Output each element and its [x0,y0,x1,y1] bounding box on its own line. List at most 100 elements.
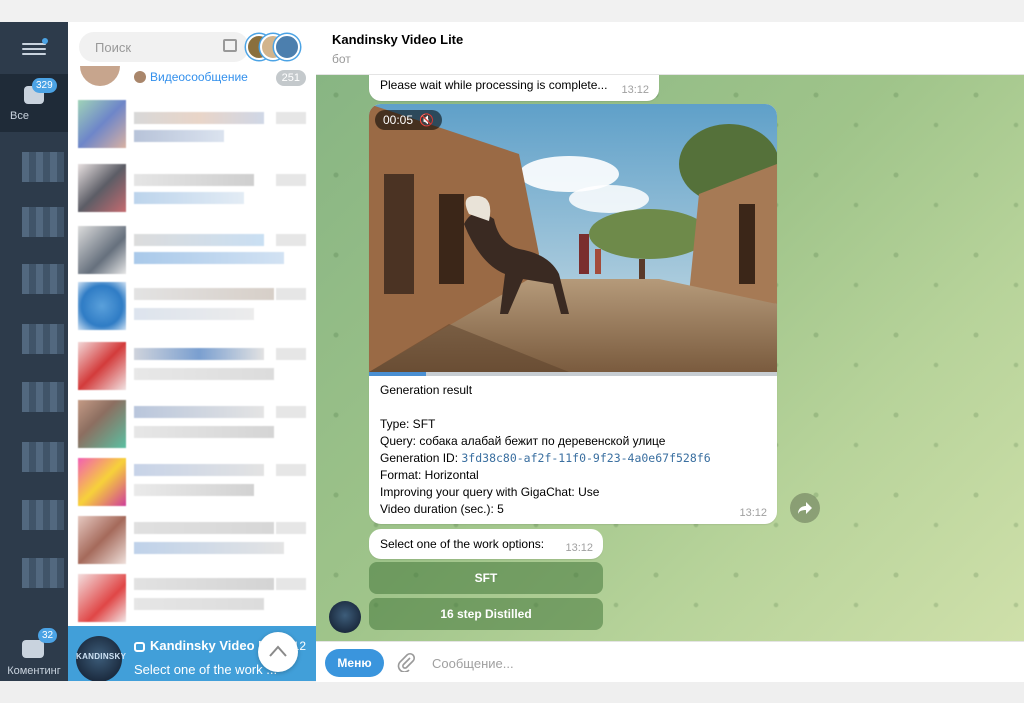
blurred-folder [22,500,64,530]
avatar [78,516,126,564]
folder-item[interactable] [0,314,68,372]
message-bubble[interactable]: Select one of the work options: 13:12 [369,529,603,559]
message-bubble-video[interactable]: 00:05 🔇 Generation result Type: SFT Query… [369,104,777,524]
message-composer: Меню Сообщение... [316,641,1024,682]
forward-icon [798,502,812,514]
caption-query: Query: собака алабай бежит по деревенско… [380,434,666,448]
avatar [78,100,126,148]
chat-last-message: Select one of the work ... [134,662,278,677]
search-input[interactable]: Поиск [79,32,249,62]
caption-improving: Improving your query with GigaChat: Use [380,485,600,499]
video-player[interactable]: 00:05 🔇 [369,104,777,372]
message-bubble[interactable]: Please wait while processing is complete… [369,75,659,101]
video-progress-bar[interactable] [369,372,777,376]
video-time-badge[interactable]: 00:05 🔇 [375,110,442,130]
keyboard-button-distilled[interactable]: 16 step Distilled [369,598,603,630]
blurred-meta [276,112,306,124]
folder-rail: 329 Все 32 Коментинг [0,22,68,681]
video-progress-fill [369,372,427,376]
avatar: KANDINSKY [76,636,126,681]
chat-row-blurred[interactable] [68,508,316,564]
blurred-text [134,288,274,300]
chat-preview: Видеосообщение [134,70,248,84]
avatar [80,66,120,86]
folder-all-badge: 329 [32,78,57,93]
avatar [78,400,126,448]
folder-all[interactable]: 329 Все [0,74,68,132]
blurred-text [134,130,224,142]
main-menu-icon[interactable] [22,38,48,58]
avatar [78,164,126,212]
blurred-text [134,598,264,610]
bot-avatar[interactable] [329,601,361,633]
chat-title: Kandinsky Video Lite [332,32,464,47]
blurred-folder [22,558,64,588]
mute-icon[interactable]: 🔇 [419,113,434,127]
chat-row-blurred[interactable] [68,92,316,148]
blurred-text [134,348,264,360]
blurred-folder [22,207,64,237]
folder-item[interactable] [0,254,68,312]
blurred-meta [276,578,306,590]
avatar [78,458,126,506]
message-input[interactable]: Сообщение... [432,656,514,671]
folder-item[interactable] [0,142,68,200]
chat-row[interactable]: Видеосообщение 251 [68,66,316,90]
avatar [78,282,126,330]
attach-icon[interactable] [396,652,416,672]
blurred-text [134,464,264,476]
caption-heading: Generation result [380,383,473,397]
folder-comments-label: Коментинг [7,665,61,677]
message-time: 13:12 [565,542,593,554]
blurred-meta [276,406,306,418]
story-avatar[interactable] [274,34,300,60]
chat-preview-text: Видеосообщение [150,70,248,84]
stories-strip[interactable] [244,34,304,60]
generation-id-value[interactable]: 3fd38c80-af2f-11f0-9f23-4a0e67f528f6 [461,451,710,465]
chat-row-blurred[interactable] [68,218,316,274]
blurred-text [134,234,264,246]
scroll-to-top-button[interactable] [258,632,298,672]
chat-name: Kandinsky Video L... [134,638,277,653]
blurred-meta [276,234,306,246]
blurred-text [134,192,244,204]
blurred-folder [22,382,64,412]
chat-row-blurred[interactable] [68,334,316,390]
chat-row-blurred[interactable] [68,450,316,506]
caption-format: Format: Horizontal [380,468,479,482]
folder-item[interactable] [0,197,68,255]
unread-badge: 251 [275,70,306,86]
forward-button[interactable] [790,493,820,523]
folder-comments[interactable]: 32 Коментинг [0,628,68,703]
blurred-text [134,542,284,554]
caption-duration: Video duration (sec.): 5 [380,502,504,516]
folder-item[interactable] [0,490,68,548]
blurred-text [134,578,274,590]
caption-type: Type: SFT [380,417,436,431]
chat-header[interactable]: Kandinsky Video Lite бот [316,22,1024,75]
keyboard-button-sft[interactable]: SFT [369,562,603,594]
avatar [78,226,126,274]
chat-row-blurred[interactable] [68,566,316,622]
window-top-bar [0,0,1024,22]
bot-menu-button[interactable]: Меню [325,649,384,677]
chevron-up-icon [269,645,287,657]
folder-item[interactable] [0,432,68,490]
message-time: 13:12 [739,507,767,519]
folder-item[interactable] [0,372,68,430]
blurred-folder [22,264,64,294]
folder-all-label: Все [10,110,29,122]
folder-item[interactable] [0,548,68,606]
blurred-text [134,522,274,534]
message-time: 13:12 [621,84,649,96]
avatar [78,574,126,622]
blurred-meta [276,464,306,476]
chat-subtitle: бот [332,52,351,66]
chat-row-blurred[interactable] [68,274,316,330]
lock-icon[interactable] [223,39,237,52]
caption-generation-id: Generation ID: 3fd38c80-af2f-11f0-9f23-4… [380,450,770,467]
chat-row-blurred[interactable] [68,392,316,448]
blurred-meta [276,288,306,300]
chat-row-blurred[interactable] [68,156,316,212]
blurred-folder [22,442,64,472]
